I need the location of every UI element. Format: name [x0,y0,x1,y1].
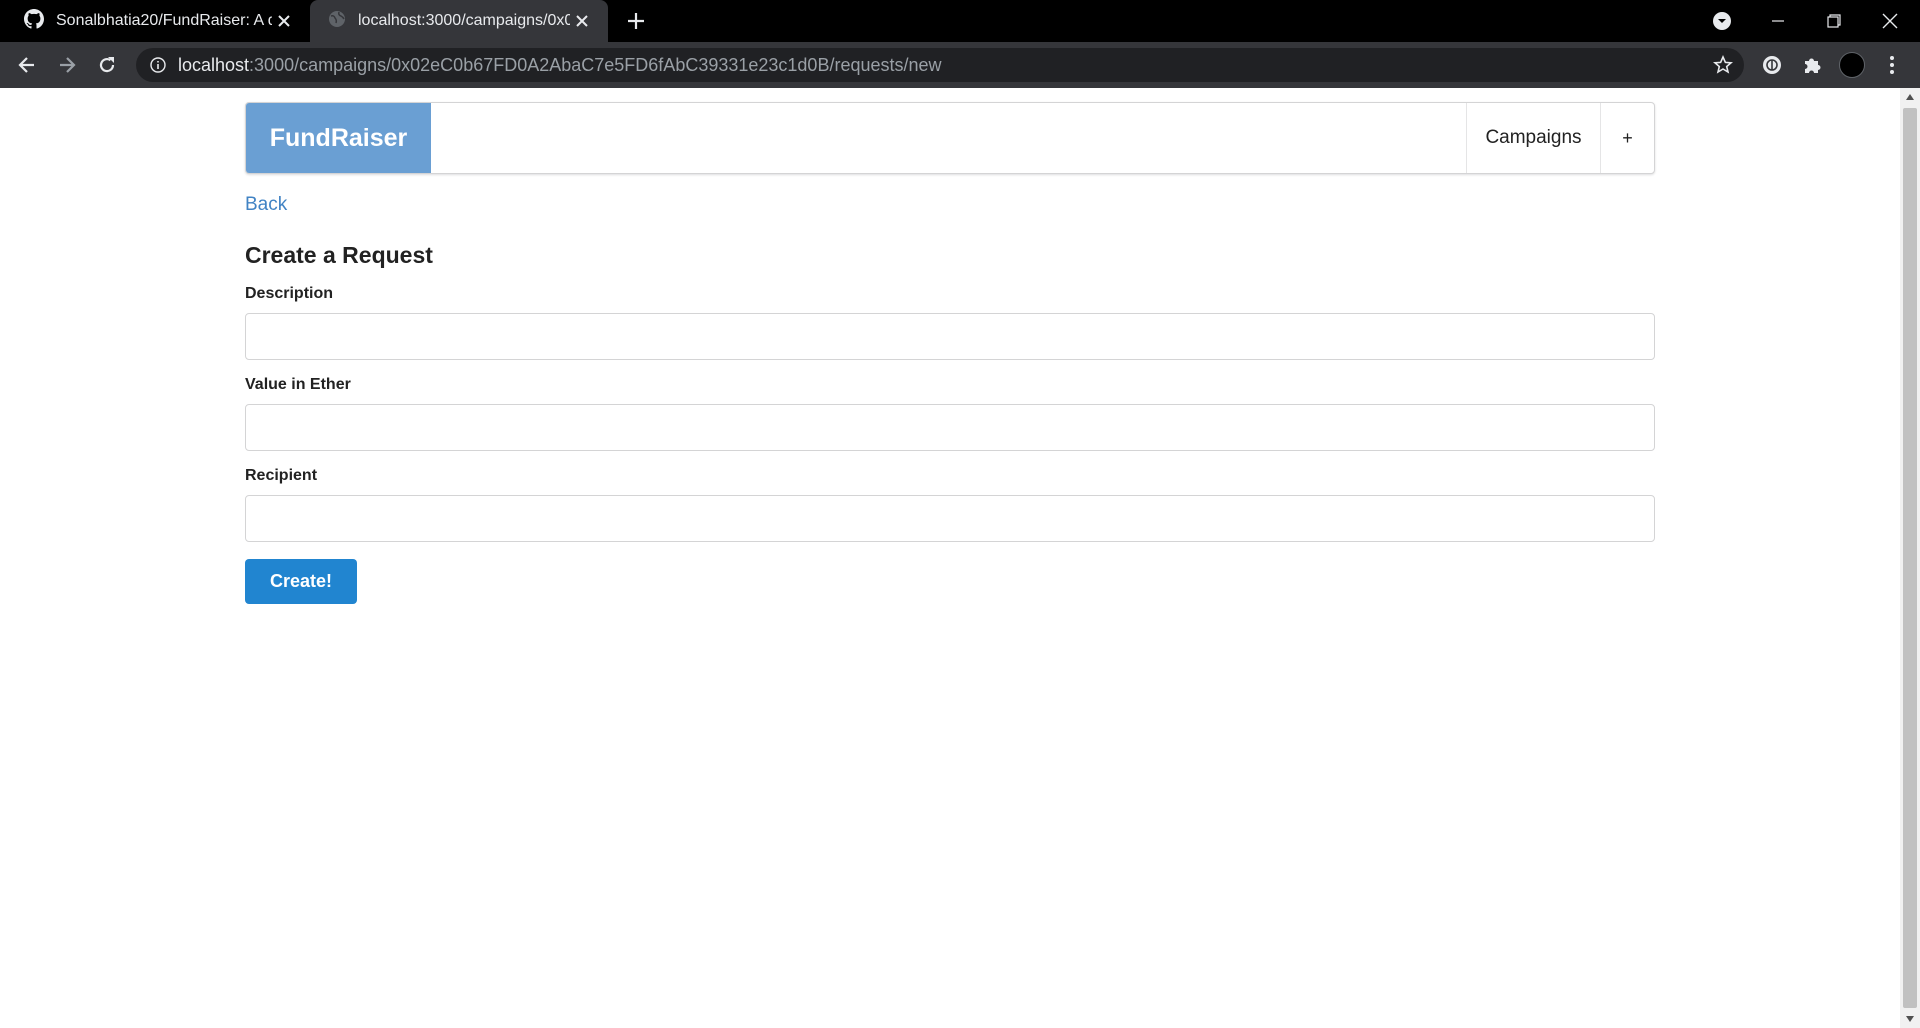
tab-search-button[interactable] [1694,0,1750,42]
scroll-down-arrow-icon[interactable] [1900,1010,1920,1028]
forward-button[interactable] [53,51,81,79]
close-window-button[interactable] [1862,0,1918,42]
recipient-label: Recipient [245,467,318,484]
browser-tab-bar: Sonalbhatia20/FundRaiser: A dec localhos… [0,0,1920,42]
nav-add-campaign[interactable]: + [1600,103,1654,173]
page-container: FundRaiser Campaigns + Back Create a Req… [245,102,1655,604]
profile-button[interactable] [1838,51,1866,79]
scrollbar-thumb[interactable] [1903,108,1917,1008]
arrow-left-icon [18,57,34,73]
minimize-button[interactable] [1750,0,1806,42]
minimize-icon [1772,20,1784,22]
more-vertical-icon [1890,56,1894,74]
address-bar[interactable]: localhost:3000/campaigns/0x02eC0b67FD0A2… [136,48,1744,82]
close-icon [1882,13,1898,29]
menu-spacer [431,103,1466,173]
star-icon[interactable] [1712,54,1734,76]
restore-button[interactable] [1806,0,1862,42]
extension-globe-icon [1763,56,1781,74]
avatar [1839,52,1865,78]
value-input[interactable] [245,404,1655,451]
globe-icon [328,10,346,33]
tab-title: localhost:3000/campaigns/0x02e [358,12,570,29]
close-icon[interactable] [570,9,594,33]
tab-title: Sonalbhatia20/FundRaiser: A dec [56,12,272,29]
back-link[interactable]: Back [245,194,287,216]
info-icon[interactable] [148,55,168,75]
browser-tab-localhost[interactable]: localhost:3000/campaigns/0x02e [310,0,608,42]
url-path: :3000/campaigns/0x02eC0b67FD0A2AbaC7e5FD… [249,54,942,75]
scroll-up-arrow-icon[interactable] [1900,88,1920,106]
field-description: Description [245,285,1655,360]
reload-icon [99,57,115,73]
nav-campaigns[interactable]: Campaigns [1466,103,1600,173]
page-title: Create a Request [245,242,433,268]
puzzle-icon [1805,58,1821,73]
arrow-right-icon [60,57,76,73]
field-value: Value in Ether [245,376,1655,451]
github-icon [24,8,44,34]
url-text: localhost:3000/campaigns/0x02eC0b67FD0A2… [178,55,942,76]
browser-tab-github[interactable]: Sonalbhatia20/FundRaiser: A dec [0,0,310,42]
recipient-input[interactable] [245,495,1655,542]
field-recipient: Recipient [245,467,1655,542]
extensions-button[interactable] [1798,51,1826,79]
brand-logo[interactable]: FundRaiser [246,103,431,173]
description-label: Description [245,285,334,302]
reload-button[interactable] [93,51,121,79]
top-menu: FundRaiser Campaigns + [245,102,1655,174]
plus-icon [628,13,644,29]
restore-icon [1827,14,1841,28]
page-viewport: FundRaiser Campaigns + Back Create a Req… [0,88,1900,1028]
back-button[interactable] [13,51,41,79]
create-button[interactable]: Create! [245,559,357,604]
close-icon[interactable] [272,9,296,33]
menu-button[interactable] [1878,51,1906,79]
value-label: Value in Ether [245,376,351,393]
url-host: localhost [178,54,250,75]
chevron-down-circle-icon [1713,12,1731,30]
description-input[interactable] [245,313,1655,360]
browser-toolbar: localhost:3000/campaigns/0x02eC0b67FD0A2… [0,42,1920,88]
page-scrollbar[interactable] [1900,88,1920,1028]
extension-button[interactable] [1758,51,1786,79]
new-tab-button[interactable] [622,7,650,35]
